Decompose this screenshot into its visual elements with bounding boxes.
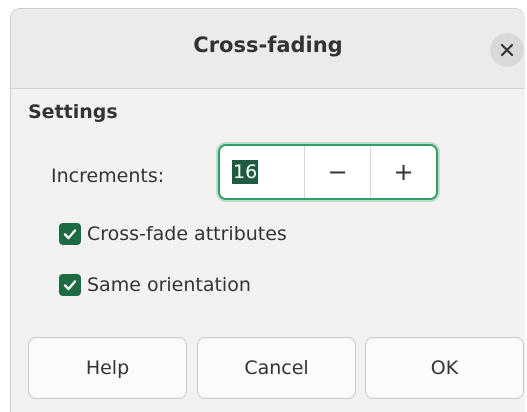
close-button[interactable] [490,33,524,67]
same-orientation-option[interactable]: Same orientation [59,274,251,296]
cross-fade-attributes-checkbox[interactable] [59,223,81,245]
cross-fading-dialog: Cross-fading Settings Increments: 16 − +… [10,8,525,412]
increments-spinbox: 16 − + [218,144,438,200]
cancel-button[interactable]: Cancel [197,337,356,399]
same-orientation-label: Same orientation [87,274,251,296]
increment-button[interactable]: + [370,146,436,198]
same-orientation-checkbox[interactable] [59,274,81,296]
checkmark-icon [63,229,77,240]
title-bar: Cross-fading [11,9,525,89]
plus-icon: + [393,158,414,186]
increments-value: 16 [232,160,259,184]
dialog-title: Cross-fading [193,33,343,57]
settings-heading: Settings [28,101,118,123]
help-button[interactable]: Help [28,337,187,399]
increments-label: Increments: [51,165,165,187]
minus-icon: − [327,158,348,186]
close-icon [500,43,514,57]
checkmark-icon [63,280,77,291]
increments-input[interactable]: 16 [220,146,304,198]
cross-fade-attributes-label: Cross-fade attributes [87,223,287,245]
decrement-button[interactable]: − [304,146,370,198]
cross-fade-attributes-option[interactable]: Cross-fade attributes [59,223,287,245]
ok-button[interactable]: OK [365,337,524,399]
